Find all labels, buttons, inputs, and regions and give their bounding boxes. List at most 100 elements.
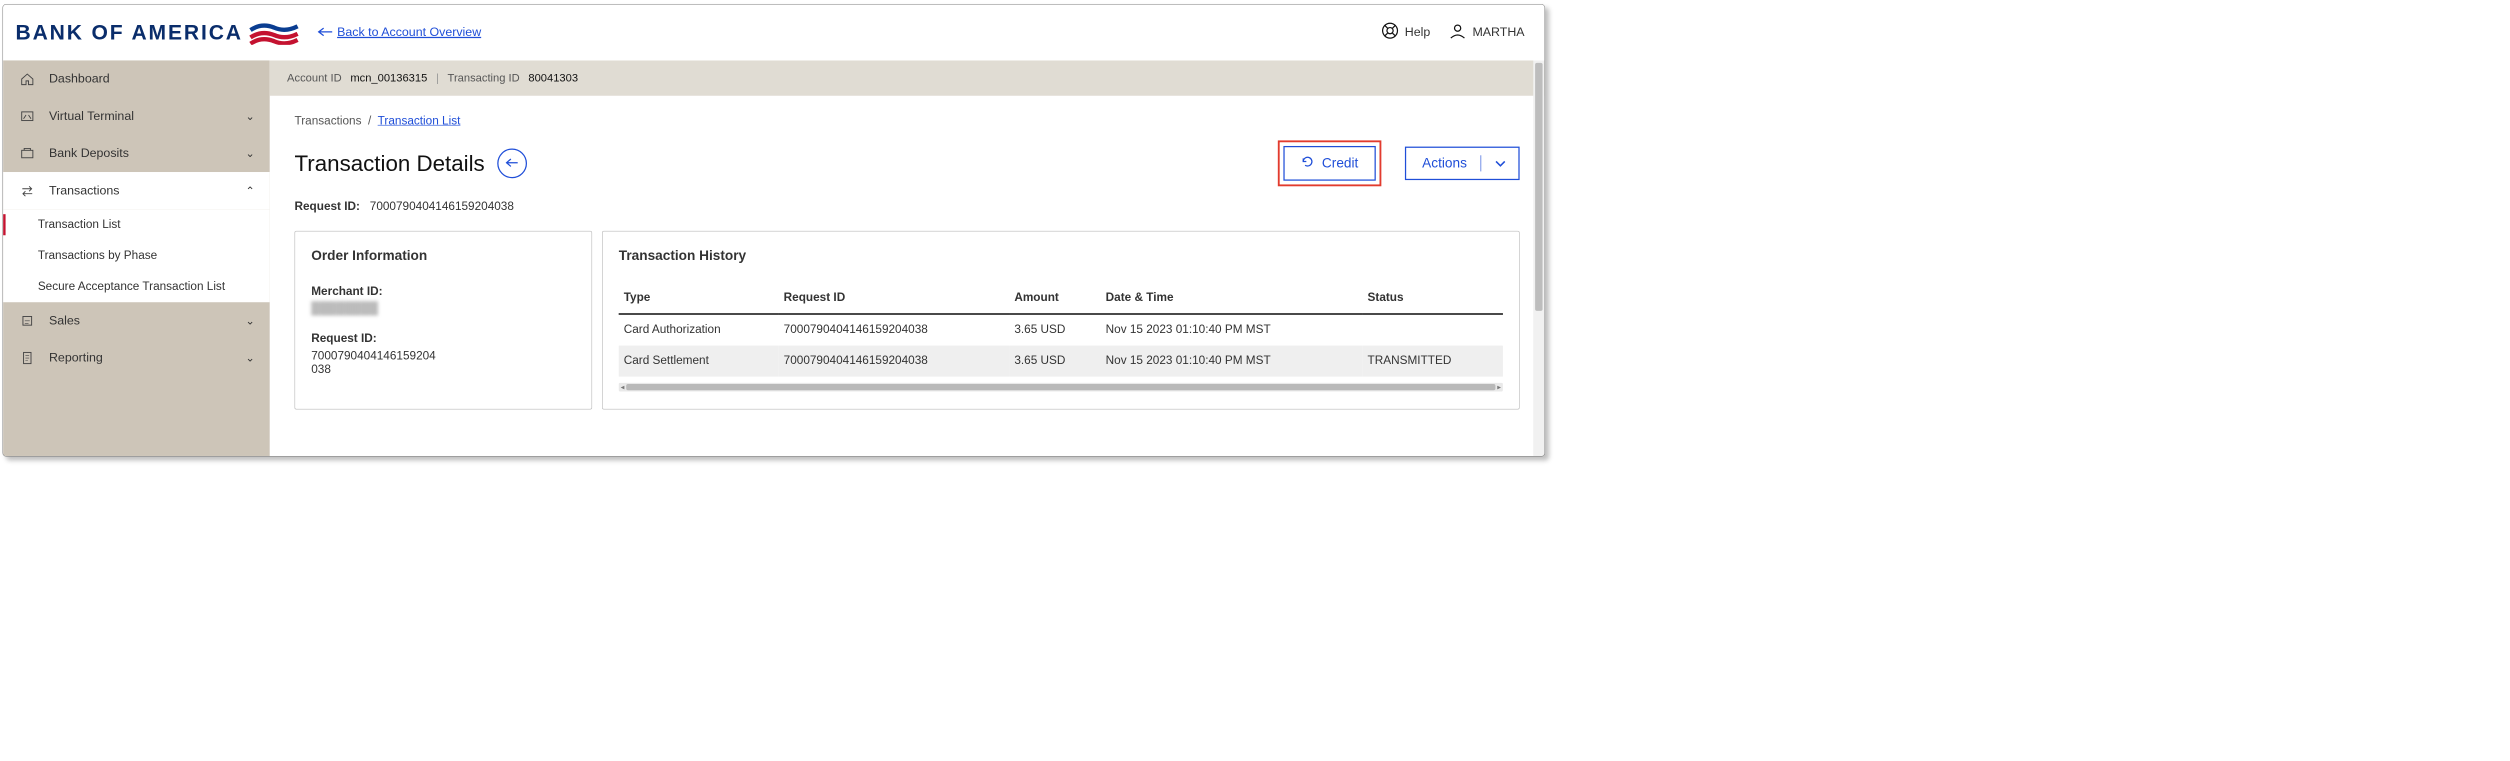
sales-icon	[18, 313, 37, 328]
cell-request-id: 7000790404146159204038	[779, 314, 1010, 346]
order-request-id-label: Request ID:	[311, 332, 575, 346]
transacting-id-label: Transacting ID	[448, 72, 520, 85]
panel-title: Order Information	[311, 248, 575, 264]
scroll-right-icon: ▸	[1495, 383, 1502, 392]
col-amount[interactable]: Amount	[1009, 285, 1100, 314]
sidebar-item-label: Transactions	[49, 183, 233, 197]
sidebar-item-sales[interactable]: Sales ⌄	[3, 302, 270, 339]
breadcrumb-root: Transactions	[295, 114, 362, 127]
transacting-id-value: 80041303	[528, 72, 578, 85]
sidebar-subitem-label: Transaction List	[38, 218, 121, 231]
sidebar-subitem-label: Transactions by Phase	[38, 249, 157, 262]
request-id-value: 7000790404146159204038	[370, 200, 514, 213]
credit-label: Credit	[1322, 155, 1358, 171]
cell-type: Card Settlement	[619, 346, 779, 377]
help-label: Help	[1405, 25, 1431, 39]
col-status[interactable]: Status	[1363, 285, 1503, 314]
sidebar-item-bank-deposits[interactable]: Bank Deposits ⌄	[3, 135, 270, 172]
scrollbar-thumb[interactable]	[1535, 63, 1542, 311]
col-type[interactable]: Type	[619, 285, 779, 314]
main-content: Account ID mcn_00136315 | Transacting ID…	[270, 60, 1545, 456]
arrow-left-icon	[317, 27, 332, 39]
sidebar-subitem-transactions-by-phase[interactable]: Transactions by Phase	[3, 240, 270, 271]
cell-date-time: Nov 15 2023 01:10:40 PM MST	[1101, 314, 1363, 346]
horizontal-scrollbar[interactable]: ◂ ▸	[619, 383, 1503, 392]
deposit-icon	[18, 146, 37, 161]
table-row[interactable]: Card Settlement 7000790404146159204038 3…	[619, 346, 1503, 377]
home-icon	[18, 72, 37, 87]
chevron-down-icon: ⌄	[245, 352, 254, 365]
sidebar-item-dashboard[interactable]: Dashboard	[3, 60, 270, 97]
sidebar-item-reporting[interactable]: Reporting ⌄	[3, 339, 270, 376]
help-button[interactable]: Help	[1381, 22, 1430, 43]
col-date-time[interactable]: Date & Time	[1101, 285, 1363, 314]
lifebuoy-icon	[1381, 22, 1398, 43]
back-link-container: Back to Account Overview	[317, 25, 481, 39]
sidebar-item-label: Virtual Terminal	[49, 109, 233, 123]
sidebar-subitem-transaction-list[interactable]: Transaction List	[3, 209, 270, 240]
table-row[interactable]: Card Authorization 700079040414615920403…	[619, 314, 1503, 346]
vertical-scrollbar[interactable]	[1533, 60, 1544, 456]
scroll-left-icon: ◂	[619, 383, 626, 392]
cell-date-time: Nov 15 2023 01:10:40 PM MST	[1101, 346, 1363, 377]
order-request-id-line1: 7000790404146159204	[311, 349, 435, 362]
request-id-row: Request ID: 7000790404146159204038	[295, 200, 1520, 214]
chevron-down-icon	[1495, 155, 1506, 171]
title-row: Transaction Details Credit	[295, 140, 1520, 186]
order-information-panel: Order Information Merchant ID: ████████ …	[295, 231, 593, 410]
breadcrumb: Transactions / Transaction List	[295, 114, 1520, 128]
cell-status	[1363, 314, 1503, 346]
account-id-value: mcn_00136315	[350, 72, 427, 85]
chevron-up-icon: ⌃	[245, 184, 254, 197]
transfer-icon	[18, 183, 37, 198]
arrow-left-icon	[505, 155, 519, 171]
order-request-id-value: 7000790404146159204 038	[311, 349, 575, 376]
transaction-history-panel: Transaction History Type Request ID Amou…	[602, 231, 1520, 410]
panel-title: Transaction History	[619, 248, 1503, 264]
cell-amount: 3.65 USD	[1009, 314, 1100, 346]
account-bar: Account ID mcn_00136315 | Transacting ID…	[270, 60, 1545, 95]
sidebar-item-label: Dashboard	[49, 72, 255, 86]
sidebar-item-label: Bank Deposits	[49, 146, 233, 160]
table-header-row: Type Request ID Amount Date & Time Statu…	[619, 285, 1503, 314]
back-to-overview-link[interactable]: Back to Account Overview	[337, 25, 481, 39]
terminal-icon	[18, 109, 37, 124]
brand-name: BANK OF AMERICA	[16, 20, 243, 44]
chevron-down-icon: ⌄	[245, 147, 254, 160]
transaction-history-table: Type Request ID Amount Date & Time Statu…	[619, 285, 1503, 377]
cell-request-id: 7000790404146159204038	[779, 346, 1010, 377]
actions-dropdown[interactable]: Actions	[1405, 147, 1520, 180]
credit-highlight: Credit	[1278, 140, 1381, 186]
cell-status: TRANSMITTED	[1363, 346, 1503, 377]
user-menu[interactable]: MARTHA	[1449, 22, 1525, 43]
cell-type: Card Authorization	[619, 314, 779, 346]
merchant-id-value: ████████	[311, 302, 575, 316]
request-id-label: Request ID:	[295, 200, 360, 213]
account-id-label: Account ID	[287, 72, 342, 85]
sidebar-item-label: Reporting	[49, 351, 233, 365]
page-title: Transaction Details	[295, 150, 485, 176]
user-icon	[1449, 22, 1466, 43]
sidebar-item-transactions[interactable]: Transactions ⌃	[3, 172, 270, 209]
sidebar-subitem-secure-acceptance[interactable]: Secure Acceptance Transaction List	[3, 271, 270, 302]
credit-button[interactable]: Credit	[1283, 146, 1375, 181]
scrollbar-thumb[interactable]	[626, 384, 1495, 390]
sidebar: Dashboard Virtual Terminal ⌄ Bank Deposi…	[3, 60, 270, 456]
sidebar-item-virtual-terminal[interactable]: Virtual Terminal ⌄	[3, 98, 270, 135]
divider	[1481, 155, 1482, 171]
merchant-id-label: Merchant ID:	[311, 285, 575, 299]
sidebar-item-label: Sales	[49, 314, 233, 328]
report-icon	[18, 351, 37, 366]
brand-logo: BANK OF AMERICA	[16, 19, 299, 47]
refresh-icon	[1301, 155, 1315, 172]
separator: |	[436, 72, 439, 85]
breadcrumb-link-transaction-list[interactable]: Transaction List	[378, 114, 461, 127]
col-request-id[interactable]: Request ID	[779, 285, 1010, 314]
order-request-id-line2: 038	[311, 363, 331, 376]
flag-icon	[249, 19, 299, 47]
back-circle-button[interactable]	[497, 148, 527, 178]
top-header: BANK OF AMERICA Back to Account Overview	[3, 5, 1544, 61]
actions-label: Actions	[1422, 155, 1467, 171]
sidebar-subitem-label: Secure Acceptance Transaction List	[38, 280, 225, 293]
sidebar-transactions-subgroup: Transaction List Transactions by Phase S…	[3, 209, 270, 302]
